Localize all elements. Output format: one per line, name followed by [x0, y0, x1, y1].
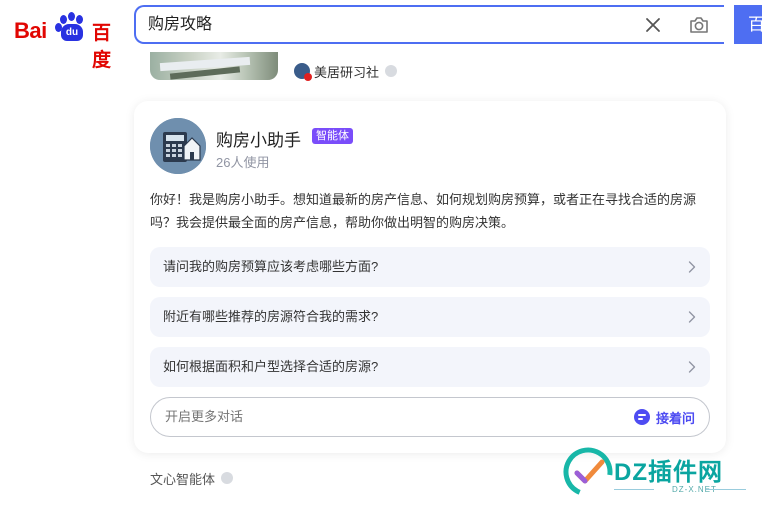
chat-input-box: 接着问 [150, 397, 710, 437]
result-thumbnail[interactable] [150, 52, 278, 80]
chevron-right-icon [688, 311, 696, 323]
agent-badge: 智能体 [312, 128, 353, 144]
search-input[interactable] [148, 7, 628, 42]
paw-logo-icon: du [54, 12, 90, 42]
more-dot-icon[interactable] [221, 472, 234, 484]
card-source-name: 文心智能体 [150, 471, 216, 487]
verified-icon [304, 73, 312, 81]
assistant-name[interactable]: 购房小助手 [216, 126, 301, 151]
watermark-logo-icon [563, 447, 613, 497]
suggested-question-label: 请问我的购房预算应该考虑哪些方面? [163, 259, 379, 274]
calculator-house-icon [150, 118, 206, 174]
chevron-right-icon [688, 261, 696, 273]
ask-button-label: 接着问 [655, 410, 695, 426]
suggested-question[interactable]: 请问我的购房预算应该考虑哪些方面? [150, 247, 710, 287]
logo-text-zh: 百度 [92, 23, 112, 71]
suggested-question[interactable]: 如何根据面积和户型选择合适的房源? [150, 347, 710, 387]
search-button[interactable]: 百 [734, 5, 762, 44]
logo-text-du: du [61, 24, 83, 41]
source-avatar [294, 63, 312, 81]
watermark: DZ插件网 DZ-X.NET [560, 444, 760, 504]
card-source[interactable]: 文心智能体 [150, 470, 234, 487]
assistant-avatar[interactable] [150, 118, 206, 174]
watermark-brand: DZ插件网 [614, 459, 723, 486]
next-result-title-fragment[interactable] [150, 503, 440, 512]
chat-input[interactable] [165, 398, 565, 436]
source-name: 美居研习社 [314, 64, 380, 80]
assistant-card: 购房小助手 智能体 26人使用 你好！我是购房小助手。想知道最新的房产信息、如何… [134, 101, 726, 453]
logo-text-bai: Bai [14, 18, 47, 43]
suggested-question-label: 附近有哪些推荐的房源符合我的需求? [163, 309, 379, 324]
assistant-usage-count: 26人使用 [216, 155, 270, 170]
ask-button[interactable]: 接着问 [633, 408, 695, 426]
baidu-logo[interactable]: Bai du 百度 [14, 12, 120, 71]
header: Bai du 百度 百 [0, 0, 762, 71]
more-dot-icon[interactable] [385, 65, 398, 77]
suggested-question-label: 如何根据面积和户型选择合适的房源? [163, 359, 379, 374]
chat-bubble-icon [633, 409, 650, 425]
assistant-intro: 你好！我是购房小助手。想知道最新的房产信息、如何规划购房预算，或者正在寻找合适的… [150, 192, 697, 230]
camera-icon[interactable] [688, 14, 710, 36]
chevron-right-icon [688, 361, 696, 373]
clear-icon[interactable] [644, 16, 662, 34]
search-box [134, 5, 724, 44]
result-source[interactable]: 美居研习社 [294, 62, 398, 81]
suggested-question[interactable]: 附近有哪些推荐的房源符合我的需求? [150, 297, 710, 337]
